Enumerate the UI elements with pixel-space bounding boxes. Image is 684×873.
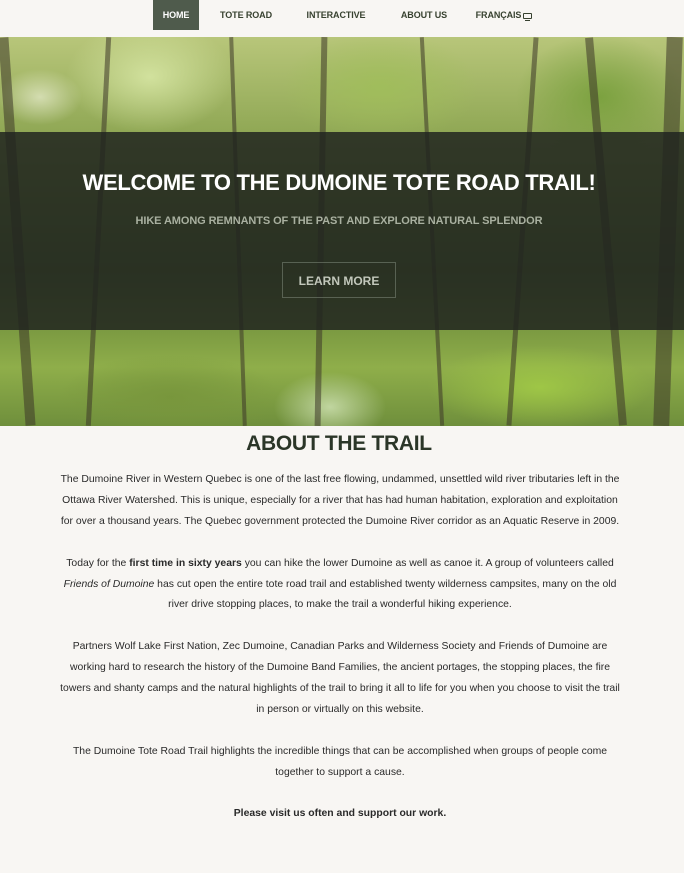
about-text: The Dumoine River in Western Quebec is o… (60, 470, 620, 846)
text-span: you can hike the lower Dumoine as well a… (241, 557, 614, 569)
hero-banner: WELCOME TO THE DUMOINE TOTE ROAD TRAIL! … (0, 37, 684, 426)
nav-item-home[interactable]: HOME (153, 0, 199, 30)
about-paragraph: Partners Wolf Lake First Nation, Zec Dum… (60, 641, 620, 715)
closing-line: Please visit us often and support our wo… (233, 808, 447, 820)
hero-overlay (0, 132, 684, 330)
nav-item-label: TOTE ROAD (220, 10, 272, 20)
hero-title: WELCOME TO THE DUMOINE TOTE ROAD TRAIL! (82, 170, 596, 195)
about-paragraph: The Dumoine Tote Road Trail highlights t… (72, 745, 608, 778)
italic-text: Friends of Dumoine (63, 578, 155, 590)
nav-item-about-us[interactable]: ABOUT US (398, 0, 450, 30)
monitor-icon (523, 13, 533, 21)
hero-subtitle: HIKE AMONG REMNANTS OF THE PAST AND EXPL… (135, 215, 543, 227)
about-heading: ABOUT THE TRAIL (246, 432, 432, 455)
nav-item-label: HOME (162, 10, 190, 20)
nav-menu: HOME TOTE ROAD INTERACTIVE MAP ABOUT US … (0, 0, 684, 50)
nav-item-francais[interactable]: FRANÇAIS (472, 0, 536, 30)
nav-item-tote-road[interactable]: TOTE ROAD (219, 0, 273, 30)
text-span: has cut open the entire tote road trail … (154, 578, 617, 611)
text-span: Today for the (66, 557, 130, 569)
learn-more-button[interactable]: LEARN MORE (282, 262, 396, 298)
about-paragraph: The Dumoine River in Western Quebec is o… (60, 474, 620, 527)
nav-item-label: ABOUT US (400, 10, 448, 20)
nav-item-interactive-map[interactable]: INTERACTIVE MAP (298, 0, 374, 50)
about-paragraph: Today for the first time in sixty years … (60, 554, 620, 617)
nav-item-label: FRANÇAIS (475, 10, 522, 20)
bold-text: first time in sixty years (129, 557, 242, 569)
top-navbar: HOME TOTE ROAD INTERACTIVE MAP ABOUT US … (0, 0, 684, 50)
